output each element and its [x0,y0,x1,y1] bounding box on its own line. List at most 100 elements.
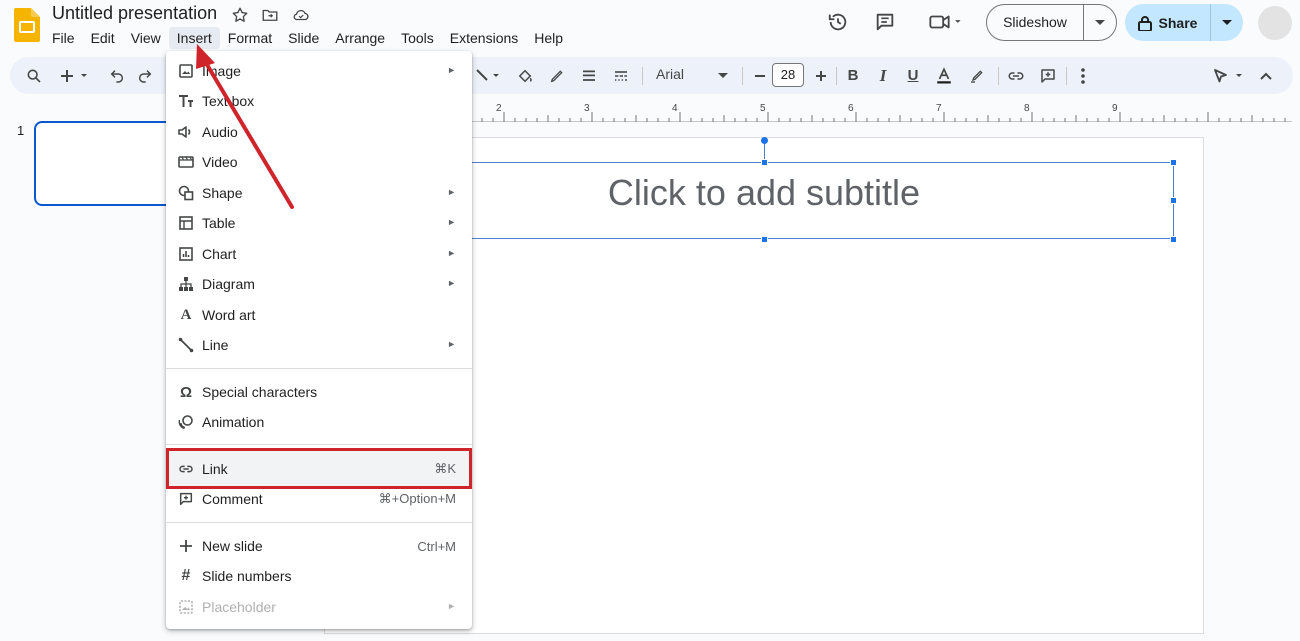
submenu-arrow-icon: ► [447,217,456,227]
version-history-icon[interactable] [823,7,853,37]
menu-extensions[interactable]: Extensions [442,27,526,49]
menu-item-slide-numbers[interactable]: # Slide numbers [166,561,472,591]
menu-item-line[interactable]: Line ► [166,330,472,360]
slideshow-dropdown-icon[interactable] [1084,19,1116,26]
menu-item-link[interactable]: Link ⌘K [166,454,472,484]
toolbar-divider [836,67,837,85]
menu-item-label: Diagram [202,276,255,292]
menu-slide[interactable]: Slide [280,27,327,49]
line-tool-icon[interactable] [472,57,508,94]
resize-handle[interactable] [1170,197,1177,204]
border-weight-icon[interactable] [578,57,600,94]
resize-handle[interactable] [761,236,768,243]
submenu-arrow-icon: ► [447,601,456,611]
menu-divider [166,368,472,369]
menu-item-audio[interactable]: Audio [166,117,472,147]
share-button[interactable]: Share [1125,4,1243,41]
menu-item-label: Chart [202,246,237,262]
rotate-handle[interactable] [761,137,768,144]
menu-insert[interactable]: Insert [168,27,220,49]
menu-item-image[interactable]: Image ► [166,56,472,86]
toolbar-divider [742,67,743,85]
italic-icon[interactable]: I [872,57,894,94]
new-slide-icon[interactable] [56,57,92,94]
increase-font-icon[interactable] [810,57,832,94]
search-menus-icon[interactable] [22,57,46,94]
menu-edit[interactable]: Edit [83,27,123,49]
menu-item-shape[interactable]: Shape ► [166,178,472,208]
plus-icon [178,538,194,554]
resize-handle[interactable] [1170,236,1177,243]
resize-handle[interactable] [761,159,768,166]
menu-item-label: Special characters [202,384,318,400]
insert-link-icon[interactable] [1004,57,1028,94]
slide-number: 1 [17,123,25,138]
menu-item-label: Line [202,337,229,353]
slides-logo[interactable] [14,8,40,42]
redo-icon[interactable] [134,57,156,94]
menu-view[interactable]: View [123,27,169,49]
resize-handle[interactable] [1170,159,1177,166]
menu-item-new-slide[interactable]: New slide Ctrl+M [166,531,472,561]
menu-item-comment[interactable]: Comment ⌘+Option+M [166,484,472,514]
share-dropdown-icon[interactable] [1211,19,1243,26]
underline-icon[interactable]: U [902,57,924,94]
placeholder-icon [178,599,194,615]
star-icon[interactable] [231,6,251,26]
comment-icon [178,491,194,507]
submenu-arrow-icon: ► [447,278,456,288]
video-icon [178,154,194,170]
text-color-icon[interactable] [932,57,956,94]
font-size-input[interactable]: 28 [772,63,804,87]
slideshow-label[interactable]: Slideshow [987,5,1084,40]
decrease-font-icon[interactable] [750,57,770,94]
submenu-arrow-icon: ► [447,248,456,258]
link-icon [178,461,194,477]
fill-color-icon[interactable] [514,57,536,94]
document-title[interactable]: Untitled presentation [52,3,217,24]
menu-file[interactable]: File [44,27,83,49]
menu-item-video[interactable]: Video [166,147,472,177]
menu-item-table[interactable]: Table ► [166,208,472,238]
omega-icon: Ω [179,383,193,401]
collapse-toolbar-icon[interactable] [1256,57,1276,94]
comments-icon[interactable] [870,7,900,37]
subtitle-placeholder-text[interactable]: Click to add subtitle [470,172,1058,214]
menu-item-label: Audio [202,124,238,140]
menu-item-word-art[interactable]: A Word art [166,300,472,330]
undo-icon[interactable] [106,57,128,94]
ruler-label: 5 [760,103,766,114]
border-color-icon[interactable] [546,57,568,94]
submenu-arrow-icon: ► [447,339,456,349]
font-family-select[interactable]: Arial [656,66,684,82]
menu-item-animation[interactable]: Animation [166,407,472,437]
slide-thumbnail[interactable] [34,121,184,206]
avatar[interactable] [1258,6,1292,40]
add-comment-icon[interactable] [1036,57,1060,94]
menu-arrange[interactable]: Arrange [327,27,393,49]
share-main[interactable]: Share [1125,4,1211,41]
menu-item-label: Text box [202,93,255,109]
slideshow-button[interactable]: Slideshow [986,4,1117,41]
audio-icon [178,124,194,140]
highlight-color-icon[interactable] [966,57,988,94]
cloud-saved-icon[interactable] [291,6,311,26]
image-icon [178,63,194,79]
menu-item-label: Comment [202,491,263,507]
menu-item-diagram[interactable]: Diagram ► [166,269,472,299]
table-icon [178,215,194,231]
menu-help[interactable]: Help [526,27,571,49]
bold-icon[interactable]: B [842,57,864,94]
menu-format[interactable]: Format [220,27,280,49]
more-options-icon[interactable] [1072,57,1094,94]
select-mode-icon[interactable] [1210,57,1250,94]
font-dropdown-icon[interactable] [714,57,732,94]
move-folder-icon[interactable] [261,6,281,26]
toolbar-divider [642,67,643,85]
menu-item-chart[interactable]: Chart ► [166,239,472,269]
menu-item-special-characters[interactable]: Ω Special characters [166,377,472,407]
border-dash-icon[interactable] [610,57,632,94]
meet-icon[interactable] [922,7,968,37]
menu-tools[interactable]: Tools [393,27,442,49]
menu-item-text-box[interactable]: Text box [166,86,472,116]
